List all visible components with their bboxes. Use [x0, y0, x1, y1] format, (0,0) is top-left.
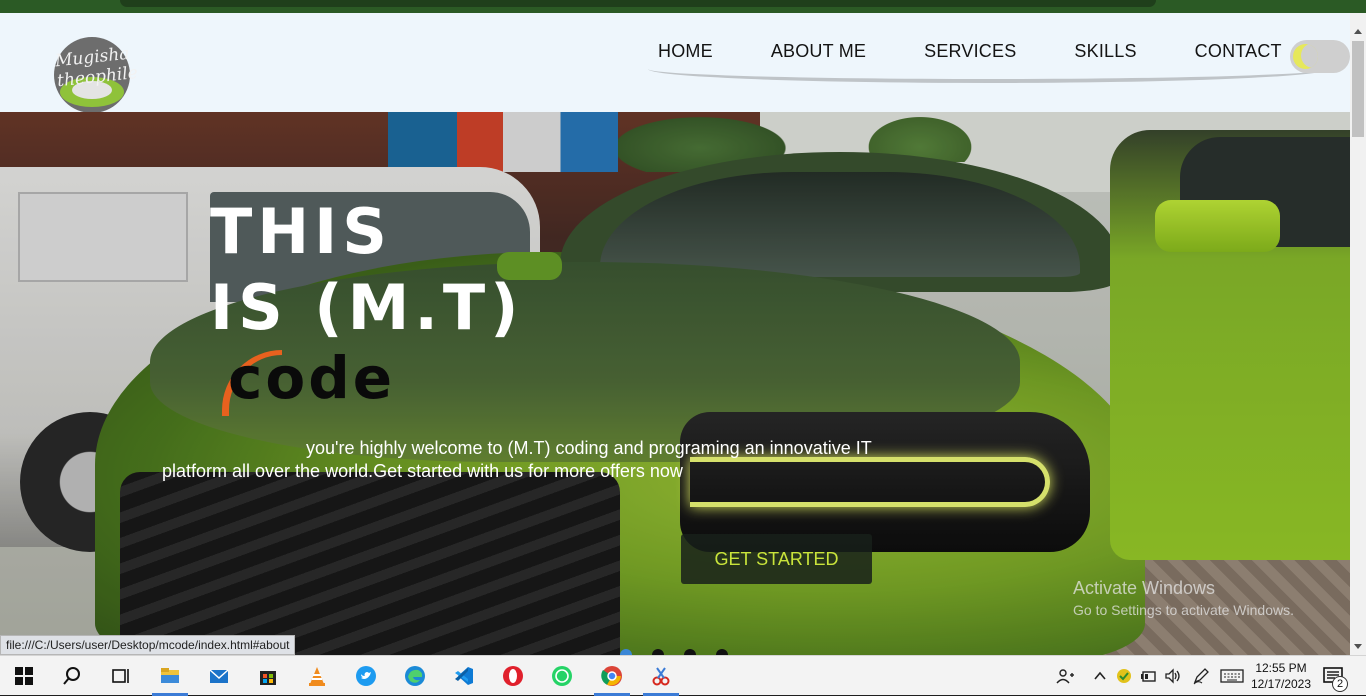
taskbar-vlc[interactable]: [293, 656, 341, 696]
site-navbar: Mugisha theophile HOME ABOUT ME SERVICES…: [0, 13, 1350, 115]
activate-windows-watermark: Activate Windows Go to Settings to activ…: [1073, 578, 1294, 618]
taskbar-store[interactable]: [244, 656, 292, 696]
opera-icon: [503, 666, 523, 686]
folder-icon: [161, 668, 179, 683]
hero-overlay: [0, 112, 1350, 655]
mail-icon: [209, 669, 229, 683]
taskbar-chrome[interactable]: [588, 656, 636, 696]
notification-count-badge: 2: [1332, 676, 1348, 692]
taskbar-twitter[interactable]: [342, 656, 390, 696]
get-started-button[interactable]: GET STARTED: [681, 534, 872, 584]
taskbar-edge[interactable]: [391, 656, 439, 696]
scrollbar-thumb[interactable]: [1352, 41, 1364, 137]
hero-subtitle-line-2: platform all over the world.Get started …: [162, 461, 683, 481]
hero-title-code: code: [228, 344, 396, 412]
tray-keyboard[interactable]: [1218, 656, 1246, 696]
taskbar-snipping-tool[interactable]: [637, 656, 685, 696]
dark-mode-toggle[interactable]: [1290, 40, 1350, 73]
nav-links: HOME ABOUT ME SERVICES SKILLS CONTACT: [640, 41, 1340, 65]
tray-app-indicator[interactable]: [1114, 656, 1134, 696]
hero-section: THIS IS (M.T) code you're highly welcome…: [0, 112, 1350, 655]
hero-title: THIS IS (M.T): [210, 194, 524, 346]
scroll-up-arrow-icon[interactable]: [1354, 29, 1362, 34]
activate-windows-hint: Go to Settings to activate Windows.: [1073, 602, 1294, 618]
hero-subtitle-line-1: you're highly welcome to (M.T) coding an…: [306, 438, 872, 458]
tray-pen[interactable]: [1190, 656, 1212, 696]
vertical-scrollbar[interactable]: [1350, 13, 1366, 655]
nav-link-services[interactable]: SERVICES: [924, 41, 1016, 65]
taskbar-search-button[interactable]: [48, 656, 96, 696]
volume-icon: [1165, 668, 1180, 684]
tray-battery[interactable]: [1138, 656, 1160, 696]
security-app-icon: [1117, 669, 1131, 683]
windows-start-icon: [15, 667, 33, 685]
nav-link-skills[interactable]: SKILLS: [1074, 41, 1136, 65]
link-status-bar: file:///C:/Users/user/Desktop/mcode/inde…: [0, 635, 296, 655]
task-view-icon: [112, 669, 129, 683]
edge-icon: [405, 666, 425, 686]
chrome-icon: [601, 666, 622, 686]
hero-title-line-2: IS (M.T): [210, 271, 524, 344]
store-icon: [260, 671, 276, 685]
activate-windows-title: Activate Windows: [1073, 578, 1216, 598]
nav-link-about-me[interactable]: ABOUT ME: [771, 41, 866, 65]
start-button[interactable]: [0, 656, 48, 696]
pen-icon: [1193, 668, 1209, 685]
snipping-tool-icon: [652, 667, 670, 686]
moon-icon: [1293, 44, 1318, 69]
windows-taskbar: 12:55 PM 12/17/2023 2: [0, 655, 1366, 696]
taskbar-clock[interactable]: 12:55 PM 12/17/2023: [1246, 660, 1316, 692]
vscode-icon: [455, 667, 473, 685]
taskbar-vscode[interactable]: [440, 656, 488, 696]
whatsapp-icon: [552, 666, 572, 686]
twitter-icon: [356, 666, 376, 686]
battery-icon: [1141, 671, 1156, 682]
taskbar-whatsapp[interactable]: [538, 656, 586, 696]
taskbar-file-explorer[interactable]: [146, 656, 194, 696]
nav-link-contact[interactable]: CONTACT: [1195, 41, 1282, 65]
people-icon: [1056, 669, 1074, 684]
chevron-up-icon: [1094, 671, 1106, 680]
taskbar-opera[interactable]: [489, 656, 537, 696]
scroll-down-arrow-icon[interactable]: [1354, 644, 1362, 649]
browser-tab-strip: [120, 0, 1156, 7]
nav-link-home[interactable]: HOME: [658, 41, 713, 65]
tray-volume[interactable]: [1162, 656, 1184, 696]
taskbar-mail[interactable]: [195, 656, 243, 696]
vlc-cone-icon: [309, 667, 325, 686]
tray-people[interactable]: [1052, 656, 1078, 696]
task-view-button[interactable]: [96, 656, 144, 696]
search-icon: [63, 667, 80, 685]
browser-top-strip: [0, 0, 1366, 13]
clock-time: 12:55 PM: [1255, 661, 1307, 675]
keyboard-icon: [1220, 669, 1244, 683]
tray-show-hidden[interactable]: [1090, 656, 1110, 696]
clock-date: 12/17/2023: [1250, 677, 1312, 691]
hero-title-line-1: THIS: [210, 195, 392, 268]
site-logo[interactable]: Mugisha theophile: [52, 37, 139, 115]
